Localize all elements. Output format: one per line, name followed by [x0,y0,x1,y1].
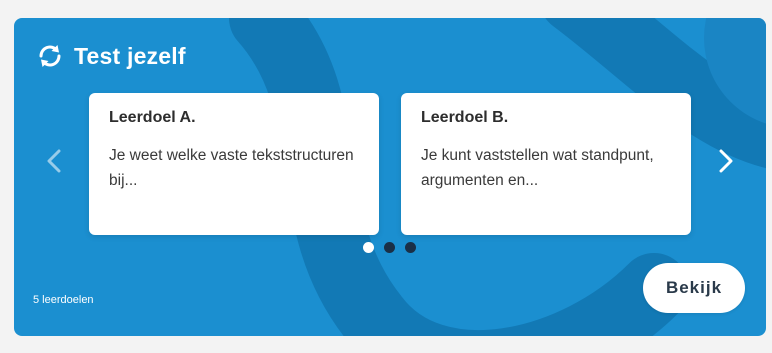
card-header: Test jezelf [36,42,186,70]
card-title: Test jezelf [74,42,186,69]
carousel-dot-2[interactable] [384,242,395,253]
slide-text: Je kunt vaststellen wat standpunt, argum… [421,147,654,189]
slide-title: Leerdoel A. [109,109,196,126]
slide-leerdoel-a[interactable]: Leerdoel A. Je weet welke vaste tekststr… [89,93,379,235]
chevron-right-icon [719,149,733,178]
carousel-dot-1[interactable] [363,242,374,253]
goals-count: 5 leerdoelen [33,294,94,306]
carousel-dots [363,242,416,253]
slide-title: Leerdoel B. [421,109,509,126]
test-yourself-card: Test jezelf Leerdoel A. Je weet welke va… [14,18,766,336]
carousel-dot-3[interactable] [405,242,416,253]
slide-leerdoel-b[interactable]: Leerdoel B. Je kunt vaststellen wat stan… [401,93,691,235]
chevron-left-icon [47,149,61,178]
slide-text: Je weet welke vaste tekststructuren bij.… [109,147,354,189]
refresh-icon [36,42,64,70]
view-button[interactable]: Bekijk [643,263,745,313]
previous-slide-button[interactable] [40,146,68,180]
next-slide-button[interactable] [712,146,740,180]
